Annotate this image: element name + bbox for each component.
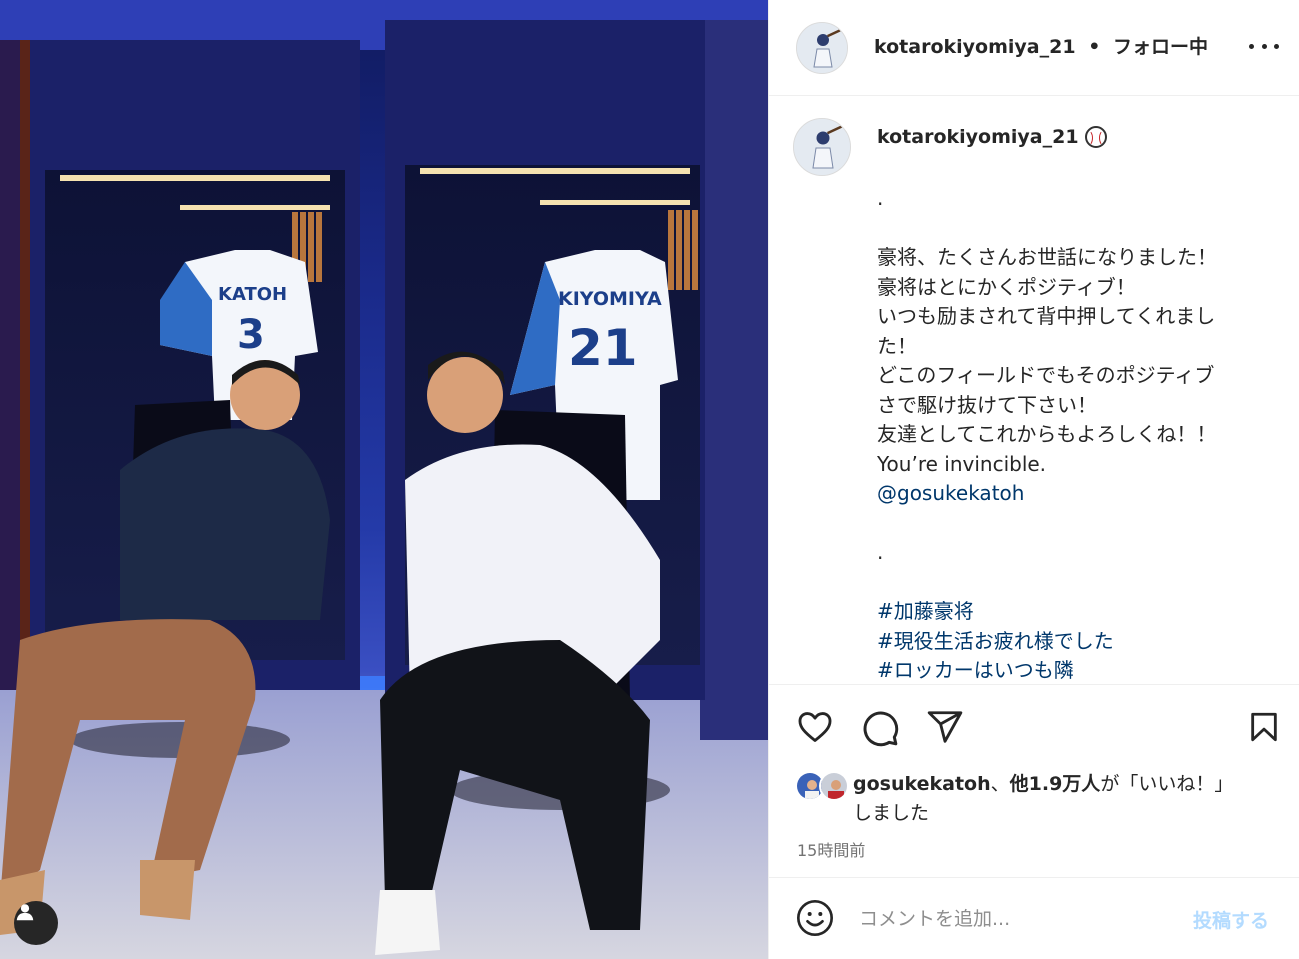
jersey-number-left: 3	[237, 312, 265, 358]
hashtag-link[interactable]: #現役生活お疲れ様でした	[877, 627, 1287, 657]
caption-line: さで駆け抜けて下さい！	[877, 392, 1097, 417]
tagged-users-button[interactable]	[14, 901, 58, 945]
hashtag-link[interactable]: #加藤豪将	[877, 597, 1287, 627]
caption-line	[877, 509, 1287, 539]
likes-text: gosukekatoh、他1.9万人が「いいね！」 しました	[853, 770, 1273, 828]
post-comment-button[interactable]: 投稿する	[1193, 906, 1269, 933]
header-separator: •	[1088, 36, 1101, 58]
caption-line: You’re invincible.	[877, 451, 1047, 476]
jersey-number-right: 21	[568, 319, 638, 377]
user-icon	[16, 904, 34, 921]
likes-suffix-2: しました	[853, 802, 930, 824]
heart-icon[interactable]	[795, 708, 835, 746]
caption-area: kotarokiyomiya_21 . 豪将、たくさんお世話になりました！ 豪将…	[769, 96, 1299, 684]
likes-suffix: が「いいね！」	[1100, 773, 1234, 795]
header-username[interactable]: kotarokiyomiya_21	[874, 36, 1076, 58]
comment-icon[interactable]	[860, 708, 900, 748]
caption-avatar[interactable]	[793, 118, 851, 176]
likes-separator: 、	[990, 773, 1010, 795]
caption-username[interactable]: kotarokiyomiya_21	[877, 126, 1079, 148]
jersey-name-right: KIYOMIYA	[558, 288, 662, 310]
avatar-image	[797, 23, 847, 73]
post-actions: gosukekatoh、他1.9万人が「いいね！」 しました 15時間前 投稿す…	[769, 684, 1299, 959]
emoji-icon[interactable]	[795, 898, 835, 938]
liker-avatar	[819, 771, 849, 801]
likes-user-link[interactable]: gosukekatoh	[853, 773, 991, 795]
follow-status-button[interactable]: フォロー中	[1113, 36, 1208, 58]
caption-line: いつも励まされて背中押してくれまし	[877, 304, 1216, 328]
post-timestamp[interactable]: 15時間前	[797, 837, 865, 861]
baseball-icon	[1084, 126, 1107, 148]
avatar[interactable]	[796, 22, 848, 74]
comment-bar: 投稿する	[769, 877, 1299, 959]
caption-line	[877, 568, 1287, 598]
caption-line: どこのフィールドでもそのポジティブ	[877, 363, 1215, 387]
caption-line: .	[877, 186, 884, 210]
caption-line: 豪将、たくさんお世話になりました！	[877, 245, 1217, 269]
comment-input[interactable]	[859, 902, 1179, 936]
caption-line: .	[877, 540, 884, 564]
post-header: kotarokiyomiya_21 • フォロー中	[769, 0, 1299, 96]
caption-line: 友達としてこれからもよろしくね！！	[877, 422, 1217, 446]
caption-line: 豪将はとにかくポジティブ！	[877, 274, 1136, 299]
jersey-name-left: KATOH	[218, 284, 287, 305]
likes-summary[interactable]: gosukekatoh、他1.9万人が「いいね！」 しました	[795, 771, 1273, 828]
likes-count-link[interactable]: 他1.9万人	[1010, 773, 1101, 795]
locker-room-scene: KATOH 3 KIYOMIYA 21	[0, 0, 768, 959]
post-side-panel: kotarokiyomiya_21 • フォロー中 kotarokiyomiya…	[768, 0, 1299, 959]
post-photo[interactable]: KATOH 3 KIYOMIYA 21	[0, 0, 768, 959]
avatar-image	[794, 119, 850, 175]
mention-link[interactable]: @gosukekatoh	[877, 479, 1287, 509]
caption-line	[877, 214, 1287, 244]
more-horizontal-icon[interactable]	[1249, 36, 1279, 56]
bookmark-icon[interactable]	[1247, 708, 1281, 746]
caption-text: . 豪将、たくさんお世話になりました！ 豪将はとにかくポジティブ！ いつも励まさ…	[877, 184, 1287, 684]
share-icon[interactable]	[925, 708, 965, 746]
hashtag-link[interactable]: #ロッカーはいつも隣	[877, 656, 1287, 684]
caption-line: た！	[877, 333, 917, 358]
